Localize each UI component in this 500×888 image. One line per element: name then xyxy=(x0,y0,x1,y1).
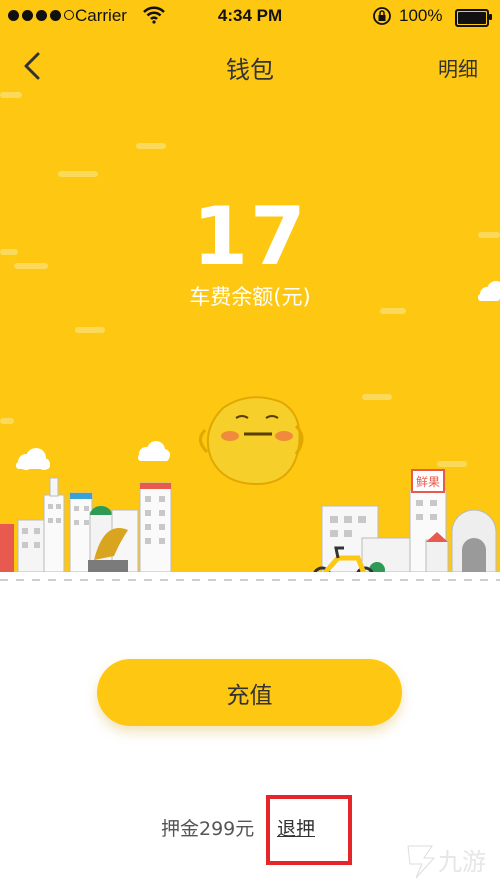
wallet-header: 鲜果 Carrier 4:34 PM 100% 钱包 明细 17 车费余额(元) xyxy=(0,0,500,585)
rotation-lock-icon xyxy=(372,6,392,31)
details-button[interactable]: 明细 xyxy=(438,53,478,82)
right-buildings xyxy=(321,469,497,578)
deposit-amount: 押金299元 xyxy=(161,818,255,840)
status-bar: Carrier 4:34 PM 100% xyxy=(0,0,500,34)
watermark-logo: 九游 xyxy=(402,840,492,886)
watermark-text: 九游 xyxy=(438,848,486,876)
road xyxy=(0,572,500,585)
battery-percentage: 100% xyxy=(399,6,443,25)
page-title: 钱包 xyxy=(226,56,274,84)
battery-icon xyxy=(455,9,492,27)
recharge-button[interactable]: 充值 xyxy=(97,659,402,726)
balance-amount: 17 xyxy=(192,190,308,283)
mascot-illustration xyxy=(199,396,304,486)
left-buildings xyxy=(0,477,172,573)
highlight-annotation-box xyxy=(266,795,352,865)
shop-sign-text: 鲜果 xyxy=(415,475,440,489)
balance-label: 车费余额(元) xyxy=(189,285,311,309)
recharge-button-label: 充值 xyxy=(226,682,273,709)
